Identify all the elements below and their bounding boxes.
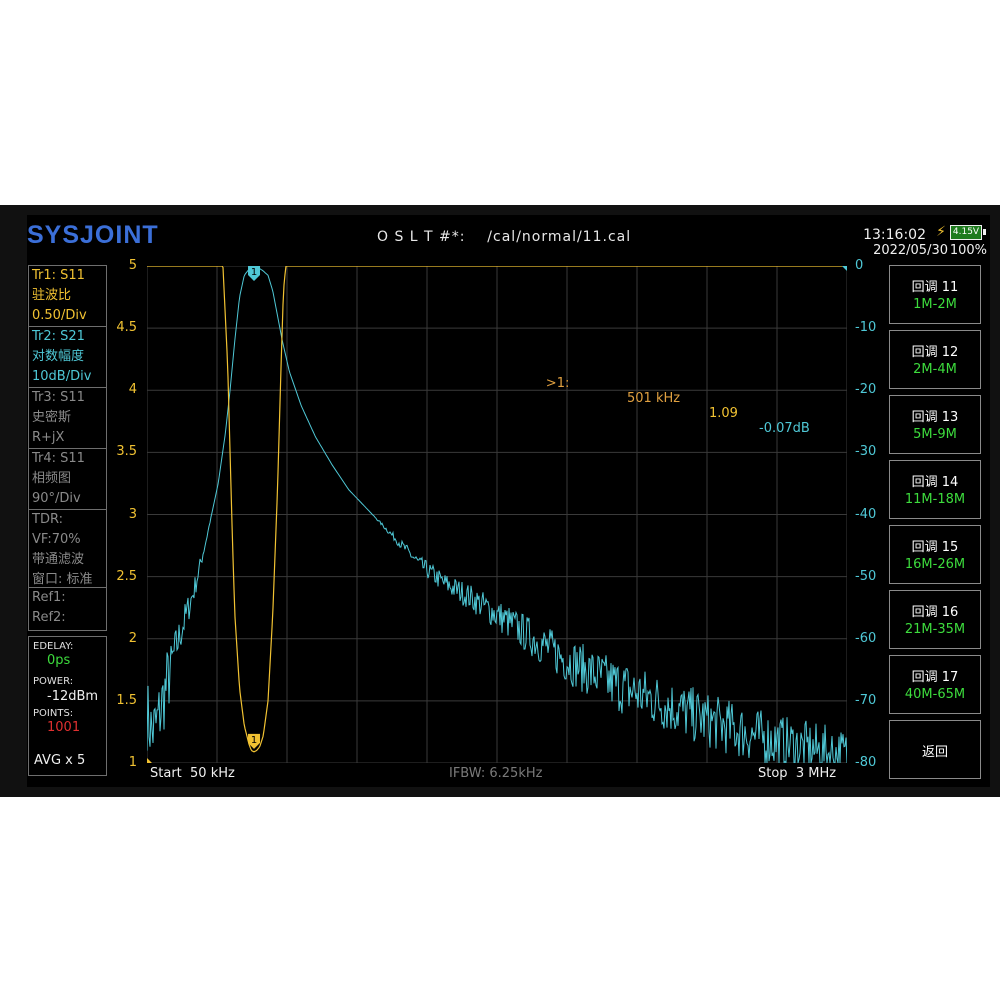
- vna-display: SYSJOINT O S L T #*: /cal/normal/11.cal …: [27, 215, 990, 787]
- right-axis-tick-label: -60: [855, 630, 877, 646]
- settings-panel: EDELAY: 0ps POWER: -12dBm POINTS: 1001 A…: [28, 636, 107, 776]
- marker-readout-db: -0.07dB: [759, 421, 810, 436]
- marker-readout-label: >1:: [545, 376, 570, 391]
- softkey-recall-17-title: 回调 17: [911, 670, 959, 685]
- left-reference-arrow-icon: [147, 758, 152, 763]
- softkey-recall-15-title: 回调 15: [911, 540, 959, 555]
- softkey-recall-12-title: 回调 12: [911, 345, 959, 360]
- softkey-recall-13-range: 5M-9M: [913, 427, 957, 442]
- stop-frequency[interactable]: Stop 3 MHz: [758, 766, 836, 781]
- left-axis-tick-label: 3.5: [116, 444, 137, 460]
- trace-4-panel[interactable]: Tr4: S11 相频图 90°/Div: [28, 448, 107, 510]
- marker-readout-freq: 501 kHz: [627, 391, 681, 406]
- tdr-line-2: VF:70%: [32, 532, 81, 547]
- softkey-recall-15[interactable]: 回调 15 16M-26M: [889, 525, 981, 584]
- battery-terminal-icon: [983, 229, 986, 235]
- trace-1-line-3: 0.50/Div: [32, 308, 87, 323]
- trace-3-panel[interactable]: Tr3: S11 史密斯 R+jX: [28, 387, 107, 449]
- softkey-recall-16-range: 21M-35M: [904, 622, 966, 637]
- start-frequency[interactable]: Start 50 kHz: [150, 766, 235, 781]
- trace-2-line-2: 对数幅度: [32, 349, 85, 364]
- softkey-recall-12-range: 2M-4M: [913, 362, 957, 377]
- softkey-recall-11-range: 1M-2M: [913, 297, 957, 312]
- left-axis-tick-label: 1: [128, 755, 137, 770]
- softkey-recall-12[interactable]: 回调 12 2M-4M: [889, 330, 981, 389]
- trace-2-panel[interactable]: Tr2: S21 对数幅度 10dB/Div: [28, 326, 107, 388]
- edelay-label: EDELAY:: [33, 641, 74, 652]
- right-axis-tick-label: -70: [855, 692, 877, 708]
- clock-time: 13:16:02: [863, 227, 926, 243]
- left-axis-tick-label: 4: [128, 382, 137, 398]
- tdr-line-1: TDR:: [32, 512, 63, 527]
- battery-icon: 4.15V: [950, 225, 982, 240]
- trace-1-panel[interactable]: Tr1: S11 驻波比 0.50/Div: [28, 265, 107, 327]
- softkey-back[interactable]: 返回: [889, 720, 981, 779]
- trace-2-line-1: Tr2: S21: [32, 329, 85, 344]
- ref1-label: Ref1:: [32, 590, 66, 605]
- softkey-recall-14-title: 回调 14: [911, 475, 959, 490]
- plot-area[interactable]: 11: [147, 266, 847, 763]
- trace-1-line-1: Tr1: S11: [32, 268, 85, 283]
- left-axis-tick-label: 5: [128, 258, 137, 273]
- softkey-recall-15-range: 16M-26M: [904, 557, 966, 572]
- softkey-recall-17[interactable]: 回调 17 40M-65M: [889, 655, 981, 714]
- left-axis-tick-label: 1.5: [116, 692, 137, 708]
- softkey-recall-16[interactable]: 回调 16 21M-35M: [889, 590, 981, 649]
- right-axis-tick-label: -80: [855, 755, 877, 770]
- left-axis-tick-label: 4.5: [116, 320, 137, 336]
- right-reference-arrow-icon: [842, 266, 847, 271]
- right-axis-tick-label: -50: [855, 568, 877, 584]
- ref2-label: Ref2:: [32, 610, 66, 625]
- trace-2-line-3: 10dB/Div: [32, 369, 92, 384]
- softkey-recall-14[interactable]: 回调 14 11M-18M: [889, 460, 981, 519]
- softkey-recall-11[interactable]: 回调 11 1M-2M: [889, 265, 981, 324]
- softkey-recall-13-title: 回调 13: [911, 410, 959, 425]
- right-axis-tick-label: -40: [855, 506, 877, 522]
- trace-4-line-2: 相频图: [32, 471, 72, 486]
- ifbw-label[interactable]: IFBW: 6.25kHz: [449, 766, 542, 781]
- trace-4-line-1: Tr4: S11: [32, 451, 85, 466]
- trace-3-line-2: 史密斯: [32, 410, 72, 425]
- marker-readout-swr: 1.09: [709, 406, 738, 421]
- softkey-recall-17-range: 40M-65M: [904, 687, 966, 702]
- softkey-recall-14-range: 11M-18M: [904, 492, 966, 507]
- averaging-label: AVG x 5: [34, 753, 86, 768]
- marker-1-s21-number: 1: [251, 267, 257, 278]
- tdr-panel[interactable]: TDR: VF:70% 带通滤波 窗口: 标准: [28, 509, 107, 588]
- trace-3-line-3: R+jX: [32, 430, 65, 445]
- power-label: POWER:: [33, 676, 74, 687]
- softkey-recall-16-title: 回调 16: [911, 605, 959, 620]
- edelay-value: 0ps: [47, 653, 71, 668]
- right-axis-tick-label: -10: [855, 320, 877, 336]
- clock-date: 2022/05/30: [873, 243, 948, 258]
- grid: [147, 266, 847, 763]
- right-axis-tick-label: 0: [855, 258, 864, 273]
- trace-4-line-3: 90°/Div: [32, 491, 81, 506]
- right-axis-tick-label: -30: [855, 444, 877, 460]
- points-value: 1001: [47, 720, 81, 735]
- sysjoint-logo: SYSJOINT: [27, 221, 159, 249]
- calibration-file-label: O S L T #*: /cal/normal/11.cal: [377, 229, 632, 245]
- softkey-recall-11-title: 回调 11: [911, 280, 959, 295]
- left-axis-tick-label: 3: [128, 506, 137, 522]
- trace-3-line-1: Tr3: S11: [32, 390, 85, 405]
- device-screen: SYSJOINT O S L T #*: /cal/normal/11.cal …: [0, 205, 1000, 797]
- tdr-line-3: 带通滤波: [32, 552, 85, 567]
- marker-1-s21-flag[interactable]: 1: [248, 266, 261, 281]
- marker-1-s11-number: 1: [251, 735, 257, 746]
- softkey-recall-13[interactable]: 回调 13 5M-9M: [889, 395, 981, 454]
- power-value: -12dBm: [47, 689, 99, 704]
- reference-panel[interactable]: Ref1: Ref2:: [28, 587, 107, 631]
- points-label: POINTS:: [33, 708, 74, 719]
- left-axis-tick-label: 2.5: [116, 568, 137, 584]
- softkey-back-title: 返回: [921, 745, 948, 760]
- marker-readout: >1: 501 kHz 1.09 -0.07dB: [521, 361, 810, 451]
- battery-percent: 100%: [949, 243, 987, 258]
- left-axis-tick-label: 2: [128, 630, 137, 646]
- right-axis-tick-label: -20: [855, 382, 877, 398]
- trace-1-line-2: 驻波比: [32, 288, 72, 303]
- charging-bolt-icon: ⚡: [936, 224, 946, 240]
